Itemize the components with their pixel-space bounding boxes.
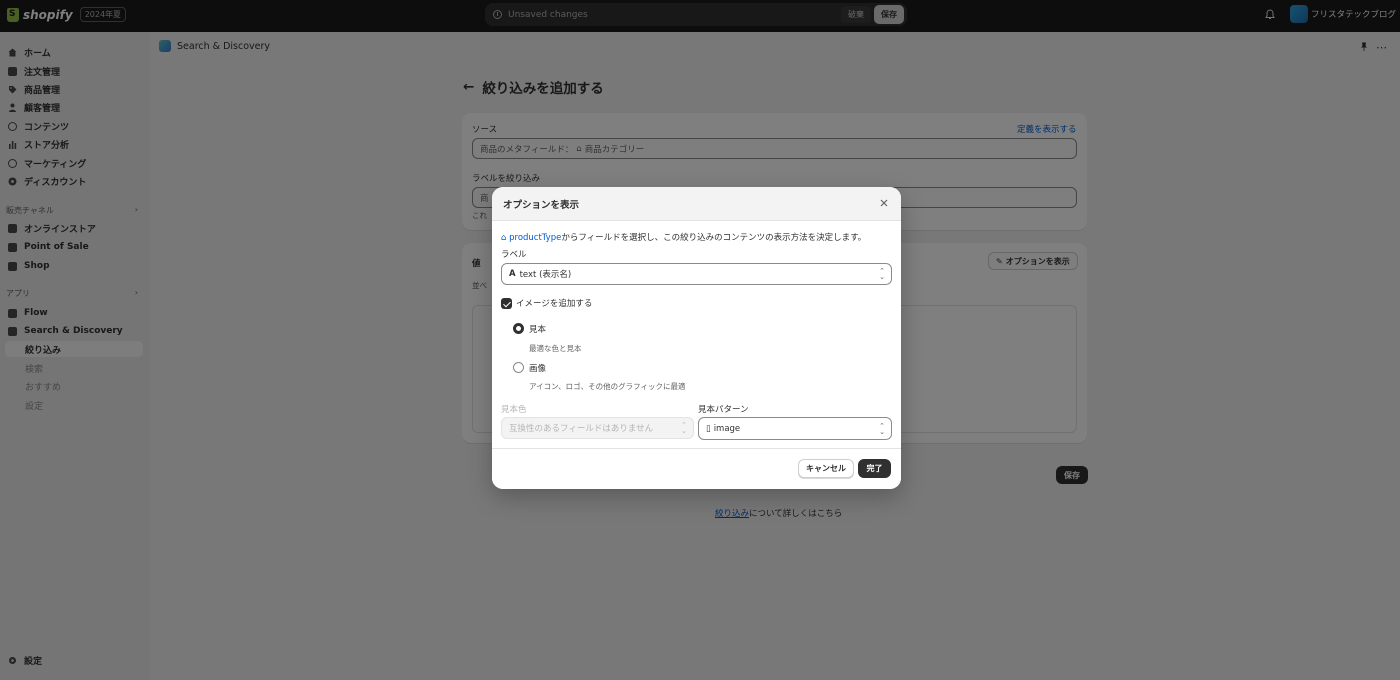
add-image-checkbox[interactable] — [501, 298, 512, 309]
product-type-link[interactable]: productType — [509, 233, 561, 243]
add-image-label: イメージを追加する — [516, 299, 593, 309]
select-chevron-icon: ⌃ ⌄ — [681, 421, 687, 435]
swatch-radio[interactable] — [513, 323, 524, 334]
select-chevron-icon: ⌃ ⌄ — [879, 267, 885, 281]
close-icon[interactable] — [878, 197, 890, 209]
swatch-color-select: 互換性のあるフィールドはありません ⌃ ⌄ — [501, 417, 694, 439]
image-radio[interactable] — [513, 362, 524, 373]
modal-intro: ⌂ productTypeからフィールドを選択し、この絞り込みのコンテンツの表示… — [501, 233, 867, 243]
show-options-modal: オプションを表示 ⌂ productTypeからフィールドを選択し、この絞り込み… — [492, 187, 901, 489]
modal-header: オプションを表示 — [492, 187, 901, 221]
product-type-icon: ⌂ — [501, 233, 507, 243]
swatch-color-label: 見本色 — [501, 405, 527, 415]
image-option-label: 画像 — [529, 364, 547, 374]
label-heading: ラベル — [501, 250, 527, 260]
image-option-help: アイコン、ロゴ、その他のグラフィックに最適 — [529, 382, 686, 391]
cancel-button[interactable]: キャンセル — [798, 459, 854, 478]
text-type-icon: A — [509, 269, 516, 279]
file-icon: ▯ — [706, 423, 711, 434]
modal-title: オプションを表示 — [503, 200, 580, 211]
swatch-pattern-select[interactable]: ▯ image ⌃ ⌄ — [698, 417, 892, 440]
swatch-option-help: 最適な色と見本 — [529, 344, 582, 353]
label-select[interactable]: A text (表示名) ⌃ ⌄ — [501, 263, 892, 285]
select-chevron-icon: ⌃ ⌄ — [879, 421, 885, 436]
swatch-option-label: 見本 — [529, 325, 547, 335]
done-button[interactable]: 完了 — [858, 459, 891, 478]
swatch-pattern-label: 見本パターン — [698, 405, 749, 415]
